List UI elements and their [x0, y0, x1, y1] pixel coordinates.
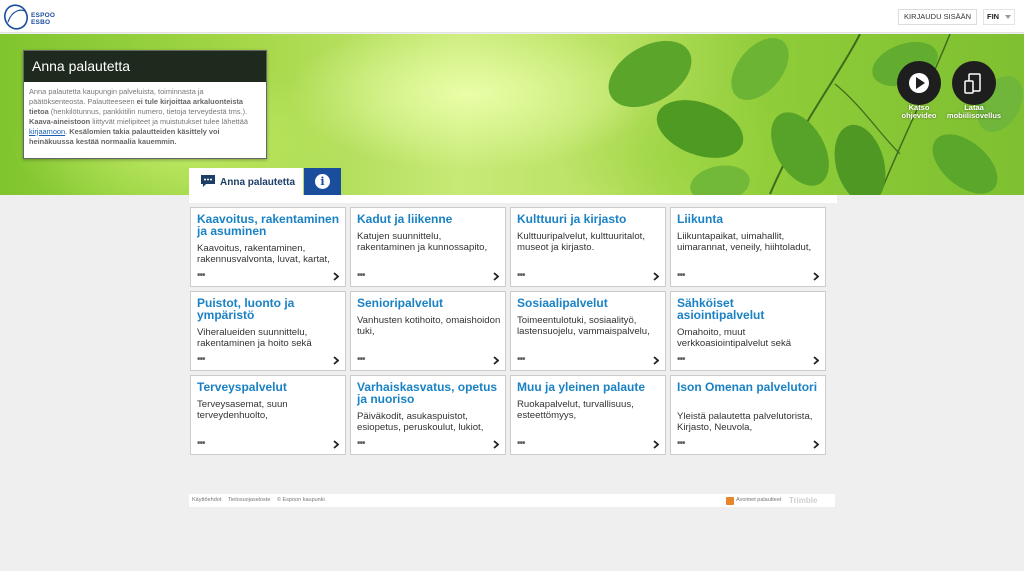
info-box-title: Anna palautetta [24, 51, 266, 82]
download-app-label[interactable]: Lataa mobiilisovellus [934, 104, 1014, 120]
more-dots-icon[interactable]: ••• [197, 355, 205, 365]
play-icon [909, 73, 929, 93]
download-app-button[interactable] [952, 61, 996, 105]
feedback-info-box: Anna palautetta Anna palautetta kaupungi… [23, 50, 267, 159]
more-dots-icon[interactable]: ••• [517, 439, 525, 449]
category-title[interactable]: Kaavoitus, rakentaminen ja asuminen [197, 213, 342, 237]
rss-icon[interactable] [726, 497, 734, 505]
chevron-right-icon[interactable] [813, 272, 819, 281]
mobile-devices-icon [964, 73, 981, 94]
category-card[interactable]: Muu ja yleinen palaute Ruokapalvelut, tur… [510, 375, 666, 455]
category-title[interactable]: Liikunta [677, 213, 822, 225]
language-select[interactable]: FIN [983, 9, 1015, 25]
more-dots-icon[interactable]: ••• [677, 439, 685, 449]
info-icon: i [315, 174, 330, 189]
category-description: Vanhusten kotihoito, omaishoidon tuki, [357, 315, 501, 337]
top-bar: ESPOO ESBO KIRJAUDU SISÄÄN FIN [0, 0, 1024, 33]
category-card[interactable]: Puistot, luonto ja ympäristö Viheralueide… [190, 291, 346, 371]
chevron-right-icon[interactable] [493, 356, 499, 365]
tab-give-feedback[interactable]: Anna palautetta [189, 168, 303, 196]
chevron-right-icon[interactable] [333, 440, 339, 449]
chevron-right-icon[interactable] [333, 356, 339, 365]
watch-video-button[interactable] [897, 61, 941, 105]
category-card[interactable]: Kaavoitus, rakentaminen ja asuminen Kaavo… [190, 207, 346, 287]
category-description: Päiväkodit, asukaspuistot, esiopetus, pe… [357, 411, 484, 433]
category-title[interactable]: Kadut ja liikenne [357, 213, 502, 225]
category-card[interactable]: Ison Omenan palvelutori Yleistä palautett… [670, 375, 826, 455]
logo-text: ESPOO ESBO [31, 12, 56, 26]
chevron-right-icon[interactable] [813, 356, 819, 365]
more-dots-icon[interactable]: ••• [357, 439, 365, 449]
category-description: Kaavoitus, rakentaminen, rakennusvalvont… [197, 243, 330, 265]
trimble-logo: Trimble [789, 496, 818, 505]
footer: Käyttöehdot Tietosuojaseloste © Espoon k… [189, 494, 835, 507]
category-card[interactable]: Varhaiskasvatus, opetus ja nuoriso Päiväk… [350, 375, 506, 455]
espoo-logo[interactable]: ESPOO ESBO [2, 2, 62, 30]
tab-info[interactable]: i [304, 168, 341, 196]
chevron-down-icon [1005, 15, 1011, 19]
category-description: Liikuntapaikat, uimahallit, uimarannat, … [677, 231, 812, 253]
more-dots-icon[interactable]: ••• [357, 355, 365, 365]
footer-links: Käyttöehdot Tietosuojaseloste © Espoon k… [192, 497, 330, 504]
category-description: Viheralueiden suunnittelu, rakentaminen … [197, 327, 312, 349]
category-description: Katujen suunnittelu, rakentaminen ja kun… [357, 231, 488, 253]
login-button[interactable]: KIRJAUDU SISÄÄN [898, 9, 978, 25]
category-title[interactable]: Terveyspalvelut [197, 381, 342, 393]
category-title[interactable]: Varhaiskasvatus, opetus ja nuoriso [357, 381, 502, 405]
open-feedback-link[interactable]: Avoimet palautteet [736, 497, 781, 504]
more-dots-icon[interactable]: ••• [197, 271, 205, 281]
speech-bubble-icon [201, 175, 215, 187]
category-description: Omahoito, muut verkkoasiointipalvelut se… [677, 327, 792, 349]
category-description: Ruokapalvelut, turvallisuus, esteettömyy… [517, 399, 634, 421]
category-card[interactable]: Sosiaalipalvelut Toimeentulotuki, sosiaal… [510, 291, 666, 371]
category-title[interactable]: Puistot, luonto ja ympäristö [197, 297, 342, 321]
more-dots-icon[interactable]: ••• [357, 271, 365, 281]
category-title[interactable]: Kulttuuri ja kirjasto [517, 213, 662, 225]
more-dots-icon[interactable]: ••• [197, 439, 205, 449]
more-dots-icon[interactable]: ••• [677, 271, 685, 281]
copyright-text: © Espoon kaupunki [276, 497, 325, 503]
tab-give-feedback-label: Anna palautetta [220, 177, 296, 188]
chevron-right-icon[interactable] [493, 272, 499, 281]
category-description: Yleistä palautetta palvelutorista, Kirja… [677, 411, 813, 433]
category-description: Toimeentulotuki, sosiaalityö, lastensuoj… [517, 315, 650, 337]
more-dots-icon[interactable]: ••• [517, 355, 525, 365]
language-value: FIN [987, 12, 1000, 21]
category-title[interactable]: Muu ja yleinen palaute [517, 381, 662, 393]
more-dots-icon[interactable]: ••• [677, 355, 685, 365]
category-card[interactable]: Senioripalvelut Vanhusten kotihoito, omai… [350, 291, 506, 371]
category-card[interactable]: Kulttuuri ja kirjasto Kulttuuripalvelut, … [510, 207, 666, 287]
category-description: Terveysasemat, suun terveydenhuolto, [197, 399, 288, 421]
chevron-right-icon[interactable] [653, 440, 659, 449]
terms-link[interactable]: Käyttöehdot [192, 497, 221, 503]
chevron-right-icon[interactable] [333, 272, 339, 281]
category-card[interactable]: Liikunta Liikuntapaikat, uimahallit, uima… [670, 207, 826, 287]
chevron-right-icon[interactable] [493, 440, 499, 449]
chevron-right-icon[interactable] [813, 440, 819, 449]
category-title[interactable]: Sosiaalipalvelut [517, 297, 662, 309]
chevron-right-icon[interactable] [653, 356, 659, 365]
info-box-text: Anna palautetta kaupungin palveluista, t… [29, 87, 248, 146]
category-title[interactable]: Ison Omenan palvelutori [677, 381, 822, 393]
category-title[interactable]: Sähköiset asiointipalvelut [677, 297, 822, 321]
kirjaamo-link[interactable]: kirjaamoon [29, 127, 65, 136]
category-title[interactable]: Senioripalvelut [357, 297, 502, 309]
tab-strip [189, 195, 837, 203]
category-description: Kulttuuripalvelut, kulttuuritalot, museo… [517, 231, 645, 253]
category-card[interactable]: Sähköiset asiointipalvelut Omahoito, muut… [670, 291, 826, 371]
category-card[interactable]: Kadut ja liikenne Katujen suunnittelu, ra… [350, 207, 506, 287]
privacy-link[interactable]: Tietosuojaseloste [228, 497, 271, 503]
more-dots-icon[interactable]: ••• [517, 271, 525, 281]
chevron-right-icon[interactable] [653, 272, 659, 281]
category-card[interactable]: Terveyspalvelut Terveysasemat, suun terve… [190, 375, 346, 455]
